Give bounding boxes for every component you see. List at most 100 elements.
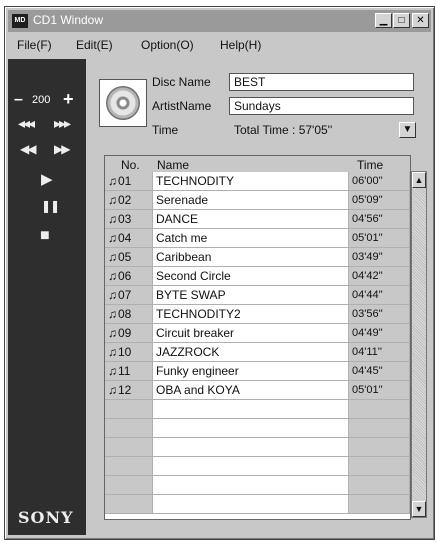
empty-cell xyxy=(105,438,153,457)
md-app-icon[interactable]: MD xyxy=(12,14,28,28)
empty-cell xyxy=(153,476,349,495)
track-number-text: 12 xyxy=(118,383,132,397)
track-number: ♫01 xyxy=(105,172,153,191)
track-time: 04'42'' xyxy=(349,267,410,286)
track-number: ♫07 xyxy=(105,286,153,305)
maximize-button[interactable]: □ xyxy=(393,13,410,28)
empty-cell xyxy=(153,400,349,419)
scroll-up-button[interactable]: ▲ xyxy=(412,172,426,188)
track-list-scrollbar[interactable]: ▲ ▼ xyxy=(411,171,427,518)
menu-help[interactable]: Help(H) xyxy=(220,38,261,52)
empty-row[interactable] xyxy=(105,457,410,476)
track-number-text: 08 xyxy=(118,307,132,321)
track-number: ♫09 xyxy=(105,324,153,343)
stop-button[interactable]: ■ xyxy=(40,227,50,245)
empty-cell xyxy=(105,476,153,495)
menu-file[interactable]: File(F) xyxy=(17,38,52,52)
empty-row[interactable] xyxy=(105,400,410,419)
column-header-no[interactable]: No. xyxy=(121,158,140,172)
music-note-icon: ♫ xyxy=(108,383,117,397)
volume-value: 200 xyxy=(32,94,51,106)
table-row[interactable]: ♫11 Funky engineer 04'45'' xyxy=(105,362,410,381)
volume-down-button[interactable]: – xyxy=(14,91,23,109)
track-name: Caribbean xyxy=(153,248,349,267)
table-row[interactable]: ♫10 JAZZROCK 04'11'' xyxy=(105,343,410,362)
track-time: 05'01'' xyxy=(349,381,410,400)
volume-up-button[interactable]: + xyxy=(63,89,74,110)
time-dropdown-button[interactable]: ▼ xyxy=(399,122,416,138)
disc-name-input[interactable]: BEST xyxy=(229,73,414,91)
track-list: No. Name Time ♫01 TECHNODITY 06'00'' ♫02… xyxy=(104,155,411,520)
track-name: OBA and KOYA xyxy=(153,381,349,400)
track-name: TECHNODITY2 xyxy=(153,305,349,324)
scroll-down-button[interactable]: ▼ xyxy=(412,501,426,517)
empty-row[interactable] xyxy=(105,438,410,457)
artist-name-input[interactable]: Sundays xyxy=(229,97,414,115)
track-number-text: 07 xyxy=(118,288,132,302)
sony-logo: SONY xyxy=(18,508,74,527)
menu-bar: File(F) Edit(E) Option(O) Help(H) xyxy=(8,35,431,55)
music-note-icon: ♫ xyxy=(108,307,117,321)
empty-cell xyxy=(153,457,349,476)
track-time: 04'56'' xyxy=(349,210,410,229)
empty-cell xyxy=(349,457,410,476)
track-number: ♫03 xyxy=(105,210,153,229)
empty-cell xyxy=(105,457,153,476)
track-time: 06'00'' xyxy=(349,172,410,191)
music-note-icon: ♫ xyxy=(108,364,117,378)
track-number: ♫12 xyxy=(105,381,153,400)
empty-cell xyxy=(349,419,410,438)
menu-option[interactable]: Option(O) xyxy=(141,38,194,52)
table-row[interactable]: ♫04 Catch me 05'01'' xyxy=(105,229,410,248)
empty-row[interactable] xyxy=(105,476,410,495)
track-number-text: 10 xyxy=(118,345,132,359)
track-name: Catch me xyxy=(153,229,349,248)
menu-edit[interactable]: Edit(E) xyxy=(76,38,113,52)
music-note-icon: ♫ xyxy=(108,174,117,188)
close-button[interactable]: ✕ xyxy=(412,13,429,28)
table-row[interactable]: ♫12 OBA and KOYA 05'01'' xyxy=(105,381,410,400)
music-note-icon: ♫ xyxy=(108,212,117,226)
table-row[interactable]: ♫01 TECHNODITY 06'00'' xyxy=(105,172,410,191)
track-number-text: 06 xyxy=(118,269,132,283)
play-button[interactable]: ▶ xyxy=(41,170,52,188)
track-number: ♫10 xyxy=(105,343,153,362)
track-time: 03'49'' xyxy=(349,248,410,267)
table-row[interactable]: ♫07 BYTE SWAP 04'44'' xyxy=(105,286,410,305)
track-number: ♫02 xyxy=(105,191,153,210)
fast-forward-button[interactable]: ▶▶ xyxy=(54,142,71,156)
track-time: 03'56'' xyxy=(349,305,410,324)
table-row[interactable]: ♫05 Caribbean 03'49'' xyxy=(105,248,410,267)
prev-track-button[interactable]: ◂◂◂ xyxy=(18,115,35,132)
empty-row[interactable] xyxy=(105,495,410,514)
track-number-text: 04 xyxy=(118,231,132,245)
column-header-name[interactable]: Name xyxy=(157,158,189,172)
table-row[interactable]: ♫06 Second Circle 04'42'' xyxy=(105,267,410,286)
table-row[interactable]: ♫09 Circuit breaker 04'49'' xyxy=(105,324,410,343)
track-number-text: 11 xyxy=(118,364,131,378)
title-bar[interactable]: MD CD1 Window ▁ □ ✕ xyxy=(8,10,431,32)
minimize-button[interactable]: ▁ xyxy=(375,13,392,28)
table-row[interactable]: ♫02 Serenade 05'09'' xyxy=(105,191,410,210)
empty-cell xyxy=(153,419,349,438)
table-row[interactable]: ♫03 DANCE 04'56'' xyxy=(105,210,410,229)
artist-name-label: ArtistName xyxy=(152,99,212,113)
rewind-button[interactable]: ◀◀ xyxy=(20,142,37,156)
time-label: Time xyxy=(152,123,179,137)
track-name: JAZZROCK xyxy=(153,343,349,362)
track-name: DANCE xyxy=(153,210,349,229)
control-panel: – 200 + ◂◂◂ ▸▸▸ ◀◀ ▶▶ ▶ ❚❚ ■ SONY xyxy=(8,59,86,535)
empty-cell xyxy=(349,438,410,457)
pause-button[interactable]: ❚❚ xyxy=(41,199,60,213)
cd-icon xyxy=(99,79,147,127)
table-row[interactable]: ♫08 TECHNODITY2 03'56'' xyxy=(105,305,410,324)
empty-row[interactable] xyxy=(105,419,410,438)
music-note-icon: ♫ xyxy=(108,250,117,264)
music-note-icon: ♫ xyxy=(108,288,117,302)
track-number-text: 02 xyxy=(118,193,132,207)
music-note-icon: ♫ xyxy=(108,269,117,283)
track-time: 04'45'' xyxy=(349,362,410,381)
next-track-button[interactable]: ▸▸▸ xyxy=(54,115,71,132)
column-header-time[interactable]: Time xyxy=(357,158,383,172)
window-title: CD1 Window xyxy=(33,13,104,27)
